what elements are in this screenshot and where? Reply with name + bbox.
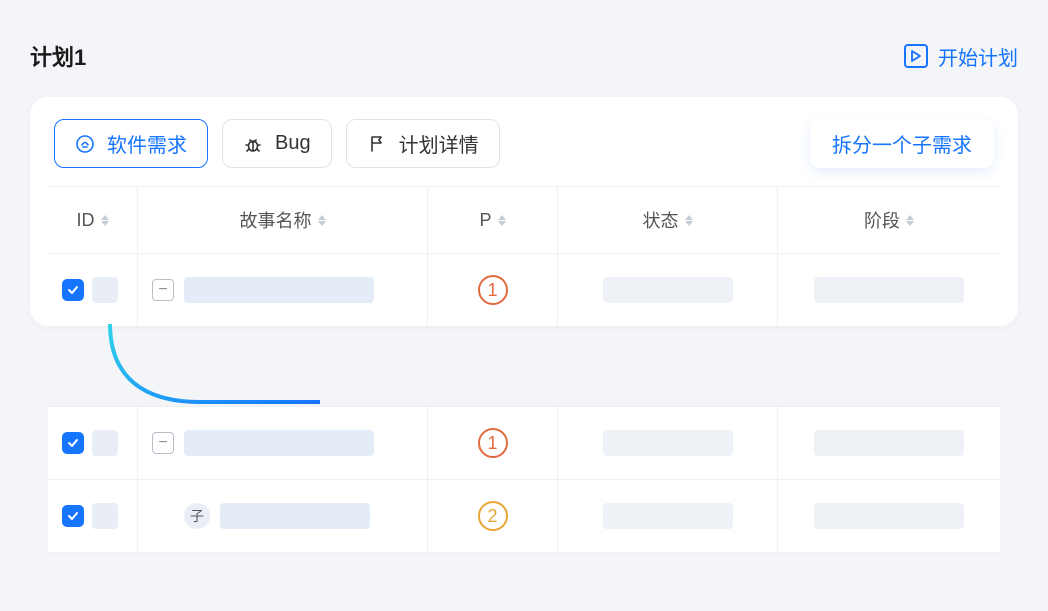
sort-icon [906,215,914,226]
plan-card: 软件需求 Bug 计划详情 拆分一个子需求 ID [30,97,1018,326]
column-header-priority[interactable]: P [428,187,558,253]
collapse-button[interactable]: − [152,279,174,301]
row-checkbox[interactable] [62,279,84,301]
row-checkbox[interactable] [62,505,84,527]
table-row: − 1 [48,407,1000,480]
name-placeholder [220,503,370,529]
story-table: ID 故事名称 P 状态 阶段 [48,186,1000,326]
status-placeholder [603,430,733,456]
sort-icon [101,215,109,226]
status-placeholder [603,503,733,529]
connector [30,326,1018,406]
status-placeholder [603,277,733,303]
table-row: 子 2 [48,480,1000,553]
stage-placeholder [814,503,964,529]
child-table: − 1 子 2 [48,406,1000,553]
tab-bug[interactable]: Bug [222,119,332,168]
sort-icon [498,215,506,226]
start-plan-button[interactable]: 开始计划 [904,42,1018,71]
column-header-id[interactable]: ID [48,187,138,253]
id-placeholder [92,430,118,456]
page-title: 计划1 [30,40,86,72]
name-placeholder [184,430,374,456]
split-child-req-button[interactable]: 拆分一个子需求 [810,119,994,168]
priority-badge: 1 [478,275,508,305]
bug-icon [243,134,263,154]
start-plan-label: 开始计划 [938,42,1018,71]
tab-software-req[interactable]: 软件需求 [54,119,208,168]
stage-placeholder [814,430,964,456]
sort-icon [685,215,693,226]
tab-plan-detail[interactable]: 计划详情 [346,119,500,168]
flag-icon [367,134,387,154]
sort-icon [318,215,326,226]
play-icon [904,44,928,68]
row-checkbox[interactable] [62,432,84,454]
stage-placeholder [814,277,964,303]
column-header-name[interactable]: 故事名称 [138,187,428,253]
collapse-button[interactable]: − [152,432,174,454]
id-placeholder [92,277,118,303]
id-placeholder [92,503,118,529]
priority-badge: 2 [478,501,508,531]
tab-label: 软件需求 [107,129,187,158]
priority-badge: 1 [478,428,508,458]
name-placeholder [184,277,374,303]
table-row: − 1 [48,254,1000,326]
lightbulb-icon [75,134,95,154]
child-badge: 子 [184,503,210,529]
tab-label: Bug [275,132,311,155]
column-header-status[interactable]: 状态 [558,187,778,253]
column-header-stage[interactable]: 阶段 [778,187,1000,253]
tab-label: 计划详情 [399,129,479,158]
